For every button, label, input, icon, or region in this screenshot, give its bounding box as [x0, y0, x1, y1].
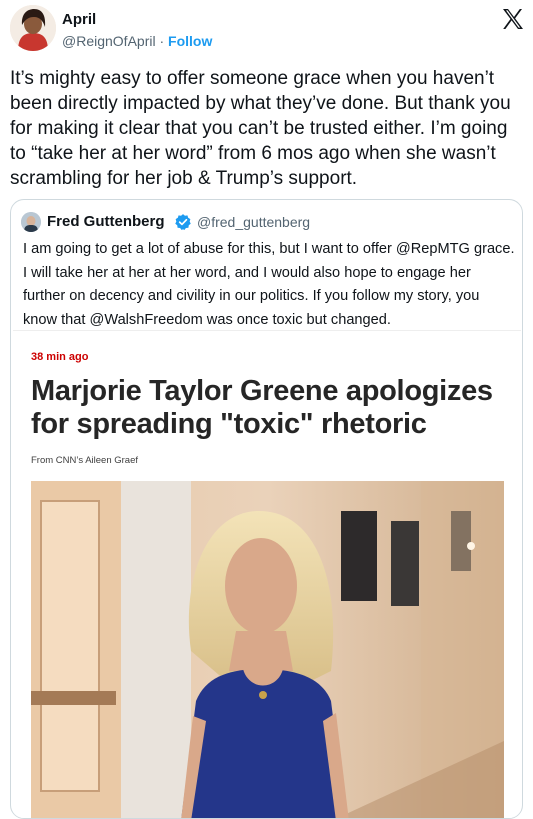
article-card[interactable]: 38 min ago Marjorie Taylor Greene apolog…: [13, 330, 521, 818]
follow-button[interactable]: Follow: [168, 33, 212, 49]
quoted-tweet[interactable]: Fred Guttenberg @fred_guttenberg I am go…: [10, 199, 523, 819]
article-byline: From CNN’s Aileen Graef: [31, 455, 138, 466]
article-photo: [31, 481, 504, 818]
tweet-header: April @ReignOfApril · Follow: [10, 5, 525, 55]
article-timestamp: 38 min ago: [31, 351, 89, 363]
tweet-text: It’s mighty easy to offer someone grace …: [10, 68, 511, 189]
separator-dot: ·: [155, 33, 169, 49]
quoted-author-avatar[interactable]: [21, 212, 41, 232]
author-handle[interactable]: @ReignOfApril: [62, 33, 156, 49]
author-name[interactable]: April: [62, 11, 96, 28]
author-avatar[interactable]: [10, 5, 56, 51]
quoted-author-handle[interactable]: @fred_guttenberg: [197, 214, 310, 230]
verified-badge-icon: [174, 213, 192, 231]
article-headline: Marjorie Taylor Greene apologizes for sp…: [31, 375, 493, 440]
x-logo-icon[interactable]: [501, 7, 525, 31]
quoted-tweet-text: I am going to get a lot of abuse for thi…: [23, 241, 515, 328]
author-handle-line: @ReignOfApril · Follow: [62, 33, 212, 49]
quoted-author-name[interactable]: Fred Guttenberg: [47, 213, 165, 230]
